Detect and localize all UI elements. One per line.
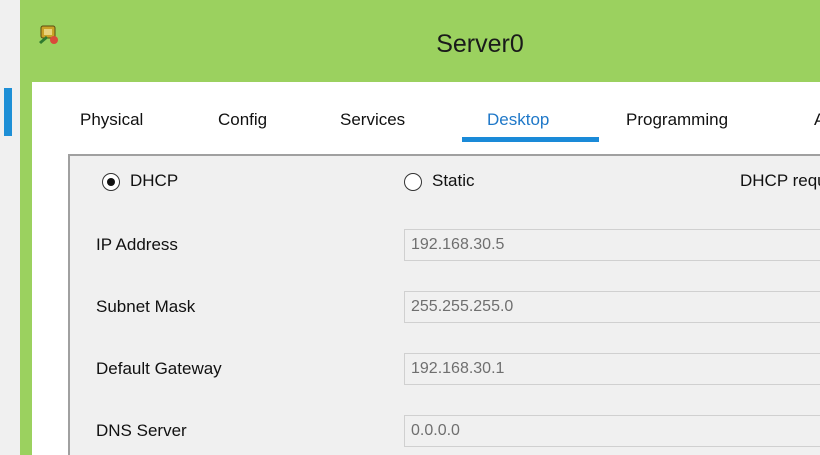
dns-server-field[interactable]: 0.0.0.0 xyxy=(404,415,820,447)
dhcp-label: DHCP xyxy=(130,171,179,190)
static-label: Static xyxy=(432,171,475,190)
main-panel: Physical Config Services Desktop Program… xyxy=(32,82,820,455)
tab-attributes-partial[interactable]: A xyxy=(814,110,820,130)
tab-programming[interactable]: Programming xyxy=(626,110,728,130)
dhcp-status-text: DHCP requ xyxy=(740,171,820,190)
static-radio[interactable] xyxy=(404,173,422,191)
default-gateway-field[interactable]: 192.168.30.1 xyxy=(404,353,820,385)
title-bar[interactable]: Server0 xyxy=(20,0,820,82)
active-tab-indicator xyxy=(462,137,599,142)
tab-desktop[interactable]: Desktop xyxy=(487,110,549,130)
dns-server-label: DNS Server xyxy=(96,421,187,440)
subnet-mask-label: Subnet Mask xyxy=(96,297,196,316)
server-window: Server0 Physical Config Services Desktop… xyxy=(20,0,820,455)
radio-selected-dot xyxy=(106,177,115,186)
window-title: Server0 xyxy=(436,30,524,58)
ip-configuration-pane: DHCP Static DHCP requ IP Address 192.168… xyxy=(68,154,820,455)
tab-bar: Physical Config Services Desktop Program… xyxy=(32,110,820,142)
background-window-accent xyxy=(4,88,12,136)
background-window-edge xyxy=(0,0,20,455)
tab-services[interactable]: Services xyxy=(340,110,405,130)
tab-config[interactable]: Config xyxy=(218,110,267,130)
dhcp-radio[interactable] xyxy=(102,173,120,191)
ip-address-field[interactable]: 192.168.30.5 xyxy=(404,229,820,261)
ip-address-label: IP Address xyxy=(96,235,178,254)
subnet-mask-field[interactable]: 255.255.255.0 xyxy=(404,291,820,323)
tab-physical[interactable]: Physical xyxy=(80,110,143,130)
default-gateway-label: Default Gateway xyxy=(96,359,222,378)
